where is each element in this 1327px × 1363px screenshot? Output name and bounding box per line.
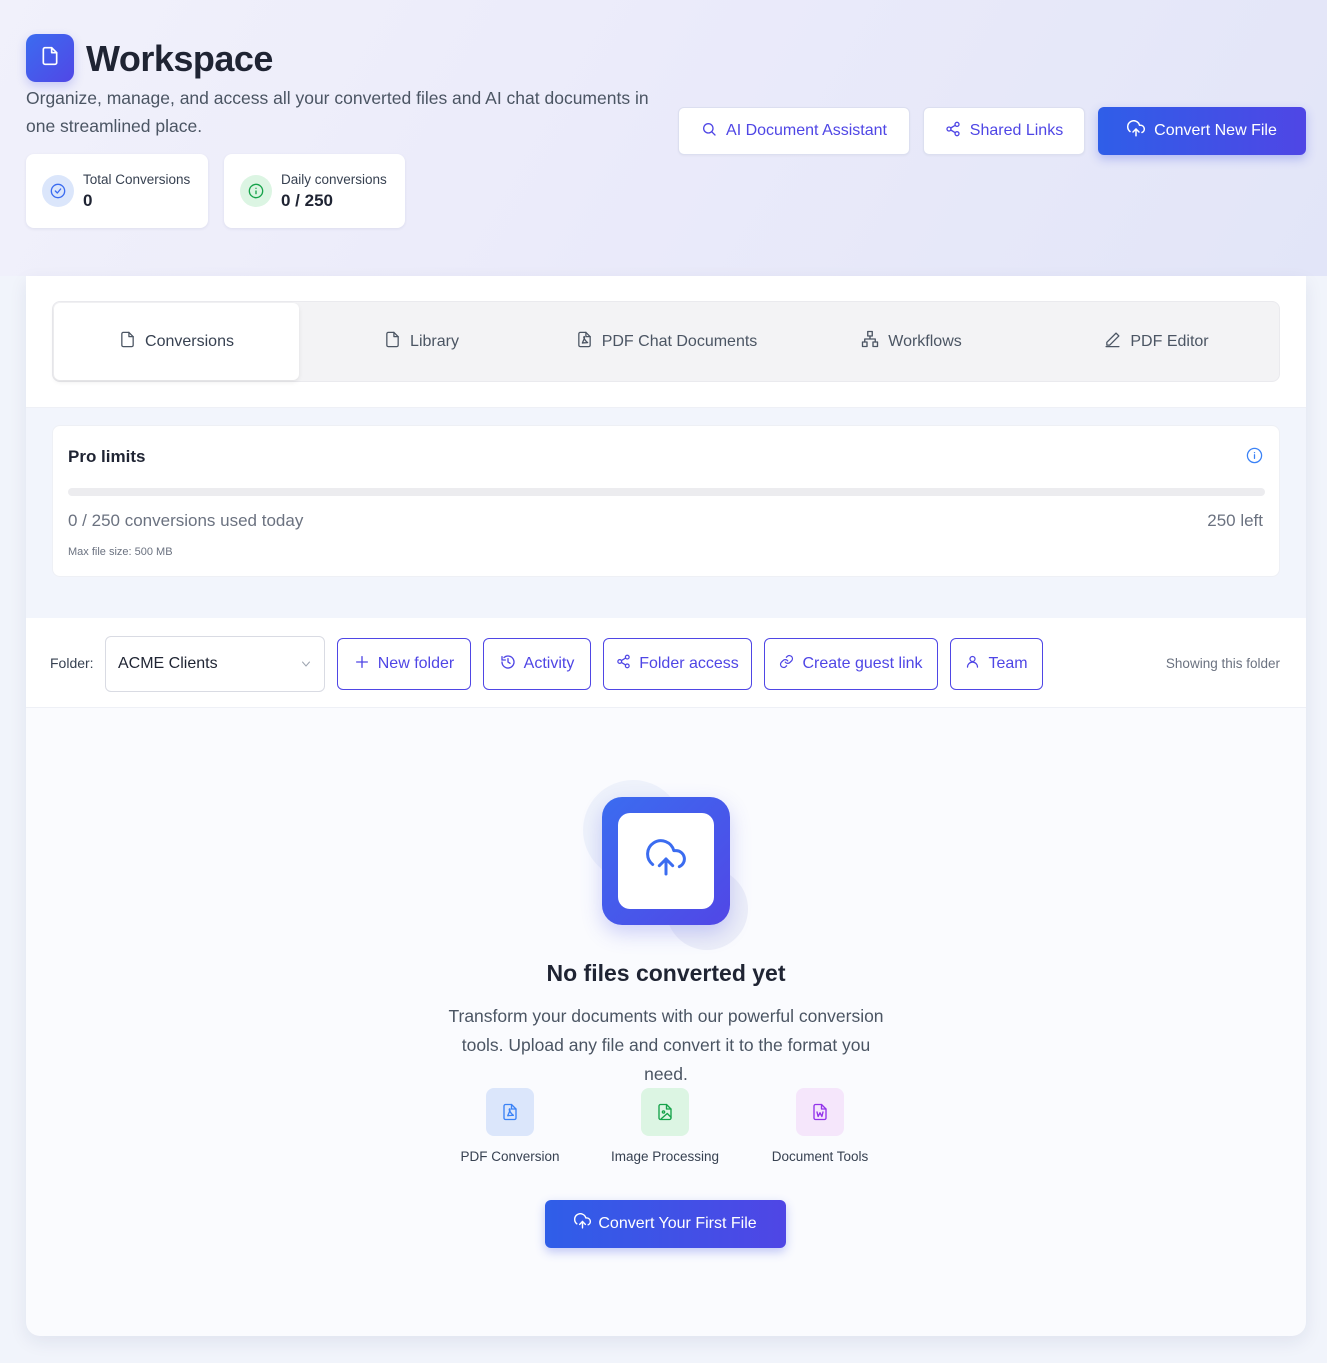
folder-scope-text: Showing this folder — [1165, 656, 1280, 671]
tab-workflows[interactable]: Workflows — [789, 303, 1034, 380]
feature-label: PDF Conversion — [460, 1149, 560, 1164]
pro-limits-card: Pro limits 0 / 250 conversions used toda… — [52, 425, 1280, 577]
file-icon — [40, 46, 60, 71]
feature-document-tools: Document Tools — [750, 1088, 890, 1164]
folder-label: Folder: — [50, 655, 94, 671]
feature-pdf-conversion: PDF Conversion — [440, 1088, 580, 1164]
file-icon — [119, 331, 145, 353]
feature-label: Document Tools — [771, 1149, 869, 1164]
limits-used-text: 0 / 250 conversions used today — [68, 511, 304, 530]
button-label: New folder — [377, 655, 455, 672]
tab-pdf-editor[interactable]: PDF Editor — [1034, 303, 1279, 380]
folder-select-value: ACME Clients — [118, 655, 218, 672]
workspace-header: Workspace Organize, manage, and access a… — [0, 0, 1327, 276]
button-label: Convert New File — [1154, 122, 1277, 139]
button-label: Convert Your First File — [598, 1215, 757, 1232]
word-file-icon — [796, 1088, 844, 1136]
button-label: Create guest link — [802, 655, 923, 672]
feature-image-processing: Image Processing — [595, 1088, 735, 1164]
ai-document-assistant-button[interactable]: AI Document Assistant — [678, 107, 910, 155]
limits-left-text: 250 left — [1207, 511, 1263, 530]
empty-state: No files converted yet Transform your do… — [26, 708, 1306, 1336]
button-label: AI Document Assistant — [726, 122, 887, 139]
tab-label: Workflows — [888, 332, 962, 350]
upload-illustration — [602, 797, 730, 925]
cloud-upload-icon — [646, 838, 686, 884]
cloud-upload-icon — [574, 1213, 598, 1235]
button-label: Shared Links — [969, 122, 1064, 139]
feature-label: Image Processing — [610, 1149, 720, 1164]
tab-pdf-chat-documents[interactable]: PDF Chat Documents — [544, 303, 789, 380]
convert-new-file-button[interactable]: Convert New File — [1098, 107, 1306, 155]
button-label: Folder access — [639, 655, 739, 672]
workflow-icon — [861, 330, 888, 353]
tab-label: PDF Chat Documents — [601, 332, 758, 350]
search-icon — [701, 121, 726, 142]
share-icon — [945, 121, 970, 142]
check-circle-icon — [42, 175, 74, 207]
limits-section: Pro limits 0 / 250 conversions used toda… — [26, 408, 1306, 618]
shared-links-button[interactable]: Shared Links — [923, 107, 1085, 155]
tab-bar: Conversions Library PDF Chat Documents W… — [52, 301, 1280, 382]
pdf-file-icon — [486, 1088, 534, 1136]
page-subtitle: Organize, manage, and access all your co… — [26, 88, 649, 136]
pencil-icon — [1104, 331, 1130, 353]
share-icon — [616, 654, 639, 674]
stat-label: Total Conversions — [83, 171, 191, 187]
workspace-main-card: Conversions Library PDF Chat Documents W… — [26, 276, 1306, 1336]
folder-access-button[interactable]: Folder access — [603, 638, 752, 690]
button-label: Activity — [523, 655, 575, 672]
new-folder-button[interactable]: New folder — [337, 638, 471, 690]
page-title: Workspace — [86, 38, 273, 79]
history-icon — [500, 654, 524, 675]
convert-first-file-button[interactable]: Convert Your First File — [545, 1200, 786, 1248]
stat-value: 0 — [83, 190, 93, 210]
file-icon — [384, 331, 410, 353]
empty-state-description: Transform your documents with our powerf… — [448, 1006, 884, 1084]
create-guest-link-button[interactable]: Create guest link — [764, 638, 938, 690]
tab-conversions[interactable]: Conversions — [54, 303, 299, 380]
user-icon — [965, 654, 988, 674]
tab-section: Conversions Library PDF Chat Documents W… — [26, 276, 1306, 408]
stat-daily-conversions: Daily conversions 0 / 250 — [224, 154, 405, 228]
conversion-progress-bar — [68, 488, 1265, 496]
team-button[interactable]: Team — [950, 638, 1043, 690]
link-icon — [779, 654, 802, 674]
stat-value: 0 / 250 — [281, 190, 333, 210]
tab-library[interactable]: Library — [299, 303, 544, 380]
info-icon — [240, 175, 272, 207]
pdf-file-icon — [576, 331, 602, 353]
tab-label: PDF Editor — [1130, 332, 1209, 350]
limits-title: Pro limits — [68, 447, 146, 466]
stat-total-conversions: Total Conversions 0 — [26, 154, 208, 228]
cloud-upload-icon — [1127, 119, 1154, 143]
stat-label: Daily conversions — [281, 171, 387, 187]
folder-toolbar: Folder: ACME Clients New folder Activity… — [26, 618, 1306, 708]
tab-label: Library — [410, 332, 459, 350]
activity-button[interactable]: Activity — [483, 638, 591, 690]
chevron-down-icon — [300, 657, 312, 675]
info-icon[interactable] — [1246, 447, 1263, 469]
empty-state-title: No files converted yet — [546, 960, 786, 986]
button-label: Team — [988, 655, 1028, 672]
folder-select[interactable]: ACME Clients — [105, 636, 325, 692]
image-file-icon — [641, 1088, 689, 1136]
max-file-size: Max file size: 500 MB — [68, 546, 173, 558]
tab-label: Conversions — [145, 332, 234, 350]
plus-icon — [354, 654, 378, 675]
workspace-logo — [26, 34, 74, 82]
